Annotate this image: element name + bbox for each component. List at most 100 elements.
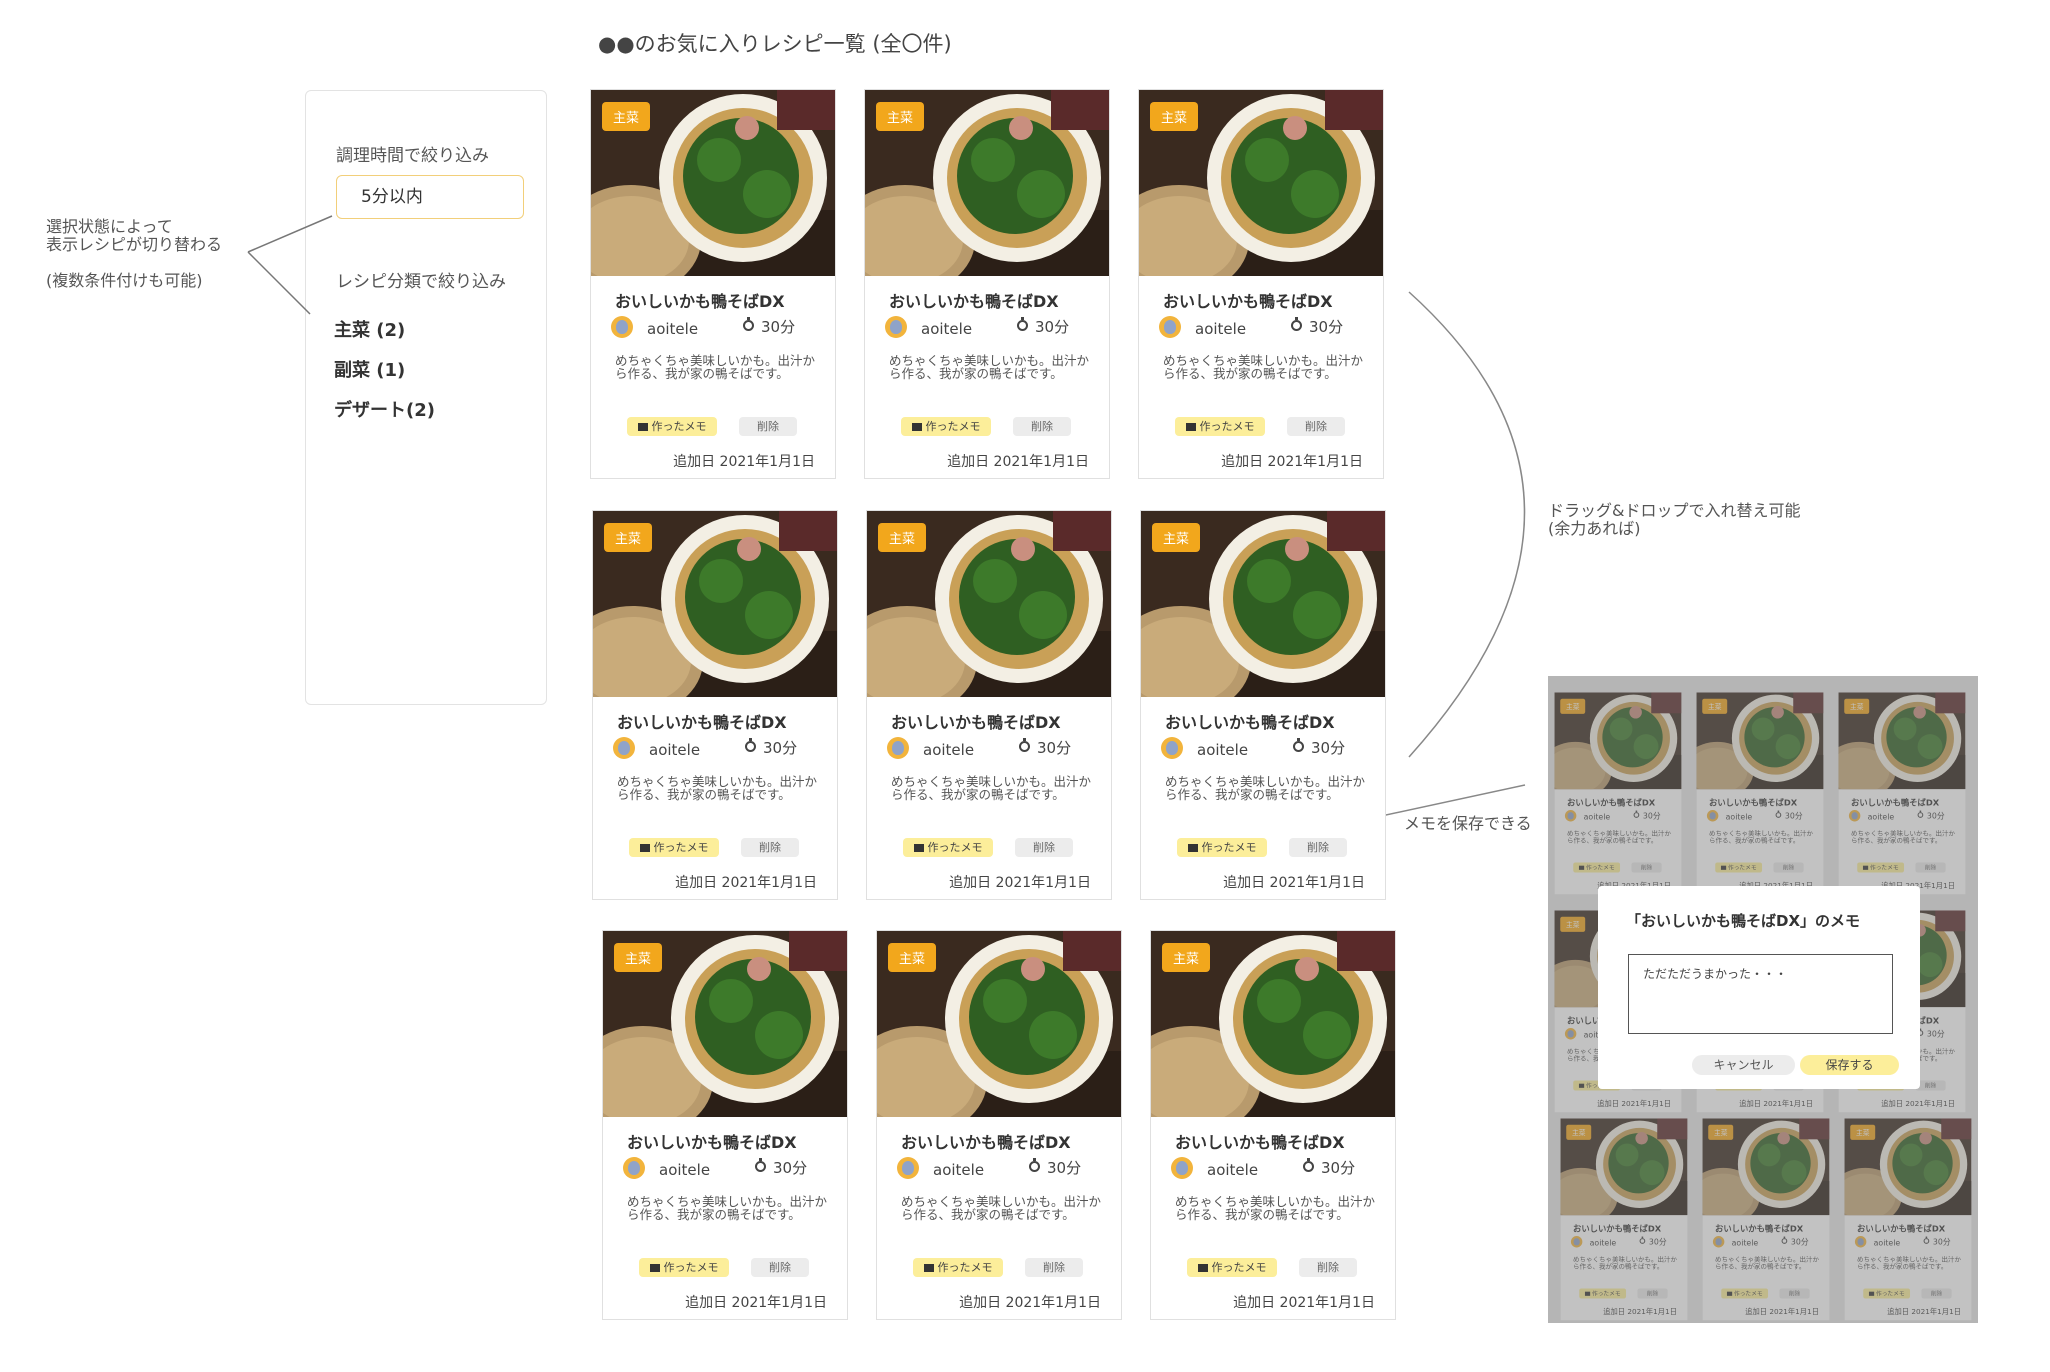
cooking-time: 30分 [761, 318, 796, 336]
memo-button-label: 作ったメモ [927, 841, 983, 854]
recipe-card[interactable]: 主菜 おいしいかも鴨そばDX aoitele 30分 めちゃくちゃ美味しいかも。… [864, 89, 1110, 479]
category-item-side[interactable]: 副菜 (1) [334, 356, 405, 382]
recipe-title[interactable]: おいしいかも鴨そばDX [901, 1129, 1071, 1153]
recipe-card[interactable]: 主菜 おいしいかも鴨そばDX aoitele 30分 めちゃくちゃ美味しいかも。… [590, 89, 836, 479]
recipe-card[interactable]: 主菜 おいしいかも鴨そばDX aoitele 30分 めちゃくちゃ美味しいかも。… [1140, 510, 1386, 900]
timer-icon [1017, 317, 1028, 331]
cooking-time: 30分 [763, 739, 798, 757]
added-date: 追加日 2021年1月1日 [959, 1295, 1101, 1311]
delete-button[interactable]: 削除 [741, 838, 799, 857]
author-name[interactable]: aoitele [647, 320, 698, 338]
category-item-main[interactable]: 主菜 (2) [334, 316, 405, 342]
delete-button[interactable]: 削除 [1287, 417, 1345, 436]
book-icon [1185, 423, 1196, 431]
author-avatar [887, 737, 909, 759]
memo-button-label: 作ったメモ [1201, 841, 1257, 854]
added-date: 追加日 2021年1月1日 [1221, 454, 1363, 470]
recipe-photo: 主菜 [1151, 931, 1395, 1117]
memo-textarea[interactable]: ただただうまかった・・・ [1628, 954, 1893, 1034]
recipe-title[interactable]: おいしいかも鴨そばDX [627, 1129, 797, 1153]
delete-button[interactable]: 削除 [1025, 1258, 1083, 1277]
memo-button[interactable]: 作ったメモ [913, 1258, 1003, 1277]
time-filter-select[interactable]: 5分以内 [336, 175, 524, 219]
author-name[interactable]: aoitele [923, 741, 974, 759]
recipe-photo: 主菜 [865, 90, 1109, 276]
memo-button-label: 作ったメモ [925, 420, 981, 433]
author-name[interactable]: aoitele [1207, 1161, 1258, 1179]
recipe-description: めちゃくちゃ美味しいかも。出汁から作る、我が家の鴨そばです。 [615, 353, 816, 381]
memo-button-label: 作ったメモ [1211, 1261, 1267, 1274]
save-button[interactable]: 保存する [1800, 1055, 1899, 1075]
author-name[interactable]: aoitele [1197, 741, 1248, 759]
recipe-title[interactable]: おいしいかも鴨そばDX [615, 288, 785, 312]
recipe-title[interactable]: おいしいかも鴨そばDX [1175, 1129, 1345, 1153]
recipe-description: めちゃくちゃ美味しいかも。出汁から作る、我が家の鴨そばです。 [1175, 1194, 1376, 1222]
recipe-card[interactable]: 主菜 おいしいかも鴨そばDX aoitele 30分 めちゃくちゃ美味しいかも。… [592, 510, 838, 900]
filter-annotation: 選択状態によって 表示レシピが切り替わる [46, 217, 223, 254]
category-badge: 主菜 [876, 102, 925, 131]
added-date: 追加日 2021年1月1日 [1223, 875, 1365, 891]
recipe-description: めちゃくちゃ美味しいかも。出汁から作る、我が家の鴨そばです。 [617, 774, 818, 802]
memo-button[interactable]: 作ったメモ [1187, 1258, 1277, 1277]
memo-button[interactable]: 作ったメモ [903, 838, 993, 857]
author-avatar [623, 1157, 645, 1179]
author-avatar [611, 316, 633, 338]
delete-button[interactable]: 削除 [739, 417, 797, 436]
recipe-title[interactable]: おいしいかも鴨そばDX [617, 709, 787, 733]
recipe-card[interactable]: 主菜 おいしいかも鴨そばDX aoitele 30分 めちゃくちゃ美味しいかも。… [602, 930, 848, 1320]
delete-button[interactable]: 削除 [751, 1258, 809, 1277]
memo-button-label: 作ったメモ [651, 420, 707, 433]
author-name[interactable]: aoitele [933, 1161, 984, 1179]
cancel-button[interactable]: キャンセル [1692, 1055, 1795, 1075]
recipe-title[interactable]: おいしいかも鴨そばDX [891, 709, 1061, 733]
memo-button[interactable]: 作ったメモ [901, 417, 991, 436]
time-filter-label: 調理時間で絞り込み [336, 146, 489, 166]
recipe-photo: 主菜 [603, 931, 847, 1117]
memo-button[interactable]: 作ったメモ [1175, 417, 1265, 436]
category-item-dessert[interactable]: デザート(2) [334, 396, 435, 422]
recipe-photo: 主菜 [593, 511, 837, 697]
recipe-description: めちゃくちゃ美味しいかも。出汁から作る、我が家の鴨そばです。 [901, 1194, 1102, 1222]
memo-button[interactable]: 作ったメモ [639, 1258, 729, 1277]
author-name[interactable]: aoitele [1195, 320, 1246, 338]
recipe-card[interactable]: 主菜 おいしいかも鴨そばDX aoitele 30分 めちゃくちゃ美味しいかも。… [1138, 89, 1384, 479]
author-name[interactable]: aoitele [921, 320, 972, 338]
book-icon [1187, 844, 1198, 852]
recipe-title[interactable]: おいしいかも鴨そばDX [889, 288, 1059, 312]
delete-button[interactable]: 削除 [1013, 417, 1071, 436]
filter-sidebar: 調理時間で絞り込み 5分以内 レシピ分類で絞り込み 主菜 (2) 副菜 (1) … [305, 90, 547, 705]
author-avatar [1161, 737, 1183, 759]
category-badge: 主菜 [1150, 102, 1199, 131]
timer-icon [1303, 1158, 1314, 1172]
delete-button[interactable]: 削除 [1015, 838, 1073, 857]
timer-icon [1293, 738, 1304, 752]
page-title: ●●のお気に入りレシピ一覧 (全〇件) [598, 32, 952, 56]
memo-modal: 「おいしいかも鴨そばDX」のメモ ただただうまかった・・・ キャンセル 保存する [1598, 886, 1920, 1089]
added-date: 追加日 2021年1月1日 [685, 1295, 827, 1311]
cooking-time: 30分 [1035, 318, 1070, 336]
recipe-title[interactable]: おいしいかも鴨そばDX [1163, 288, 1333, 312]
memo-button-label: 作ったメモ [937, 1261, 993, 1274]
modal-title: 「おいしいかも鴨そばDX」のメモ [1626, 912, 1861, 930]
timer-icon [1019, 738, 1030, 752]
recipe-card[interactable]: 主菜 おいしいかも鴨そばDX aoitele 30分 めちゃくちゃ美味しいかも。… [1150, 930, 1396, 1320]
recipe-description: めちゃくちゃ美味しいかも。出汁から作る、我が家の鴨そばです。 [1163, 353, 1364, 381]
memo-button-label: 作ったメモ [1199, 420, 1255, 433]
memo-button[interactable]: 作ったメモ [1177, 838, 1267, 857]
author-name[interactable]: aoitele [649, 741, 700, 759]
delete-button[interactable]: 削除 [1299, 1258, 1357, 1277]
author-avatar [897, 1157, 919, 1179]
cooking-time: 30分 [1311, 739, 1346, 757]
category-filter-label: レシピ分類で絞り込み [336, 272, 506, 292]
recipe-title[interactable]: おいしいかも鴨そばDX [1165, 709, 1335, 733]
recipe-card[interactable]: 主菜 おいしいかも鴨そばDX aoitele 30分 めちゃくちゃ美味しいかも。… [866, 510, 1112, 900]
author-name[interactable]: aoitele [659, 1161, 710, 1179]
recipe-photo: 主菜 [591, 90, 835, 276]
memo-button[interactable]: 作ったメモ [627, 417, 717, 436]
category-badge: 主菜 [878, 523, 927, 552]
recipe-card[interactable]: 主菜 おいしいかも鴨そばDX aoitele 30分 めちゃくちゃ美味しいかも。… [876, 930, 1122, 1320]
filter-annotation-sub: (複数条件付けも可能) [46, 271, 203, 290]
memo-button[interactable]: 作ったメモ [629, 838, 719, 857]
recipe-description: めちゃくちゃ美味しいかも。出汁から作る、我が家の鴨そばです。 [889, 353, 1090, 381]
delete-button[interactable]: 削除 [1289, 838, 1347, 857]
